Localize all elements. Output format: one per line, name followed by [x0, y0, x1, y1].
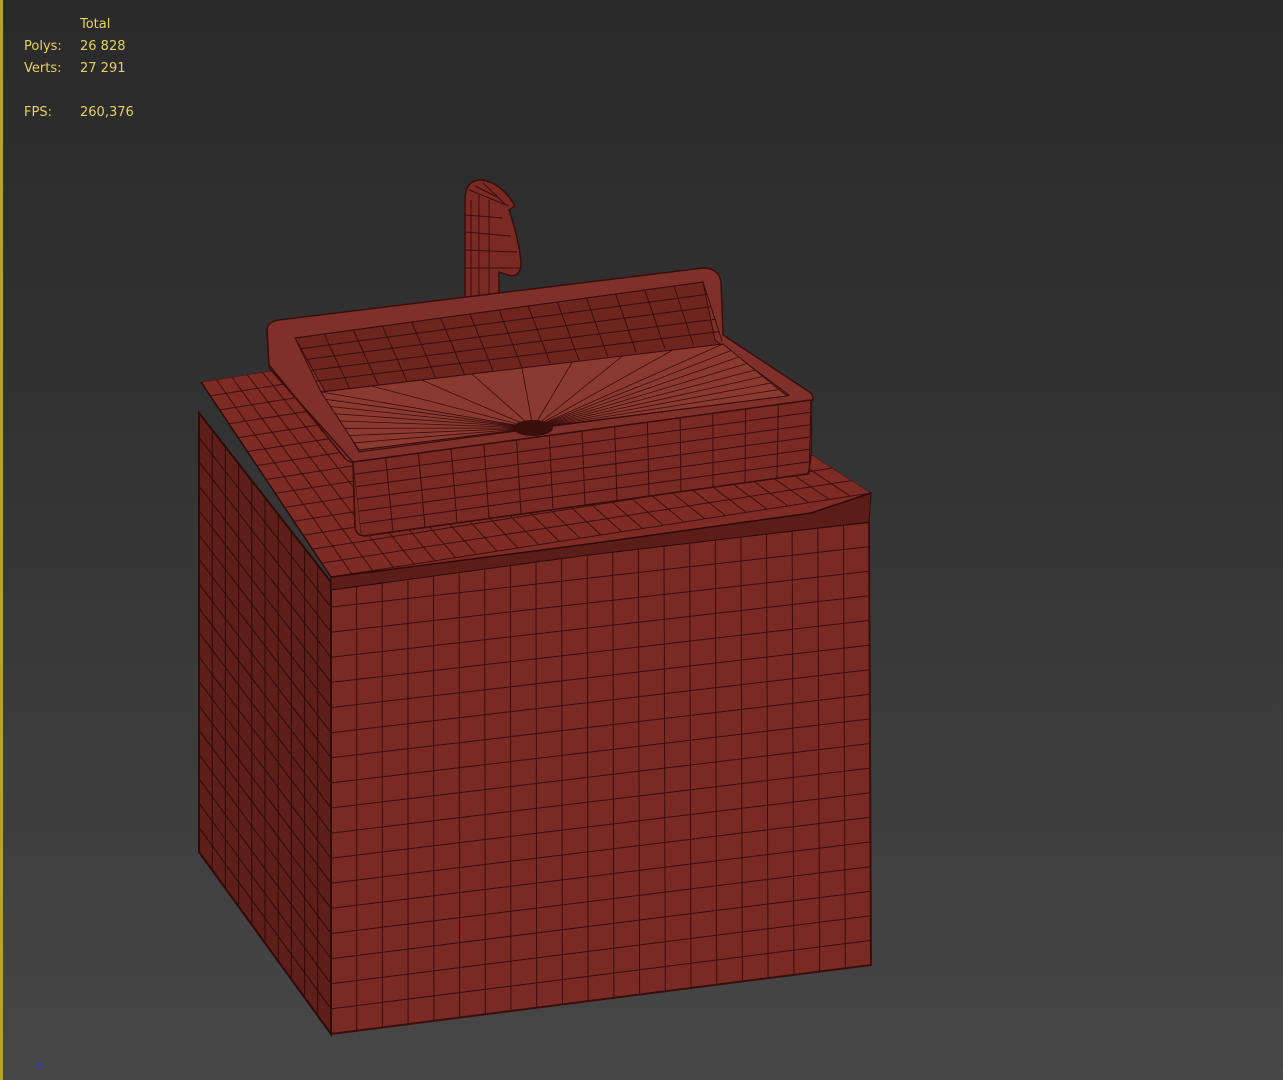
- sink-drain: [513, 420, 553, 436]
- axis-gizmo-z: z: [37, 1059, 43, 1072]
- faucet-mesh[interactable]: [464, 179, 522, 301]
- perspective-viewport[interactable]: Total Polys: 26 828 Verts: 27 291 FPS: 260,…: [0, 0, 1283, 1080]
- faucet-body: [464, 179, 522, 301]
- scene-canvas[interactable]: [3, 0, 1283, 1080]
